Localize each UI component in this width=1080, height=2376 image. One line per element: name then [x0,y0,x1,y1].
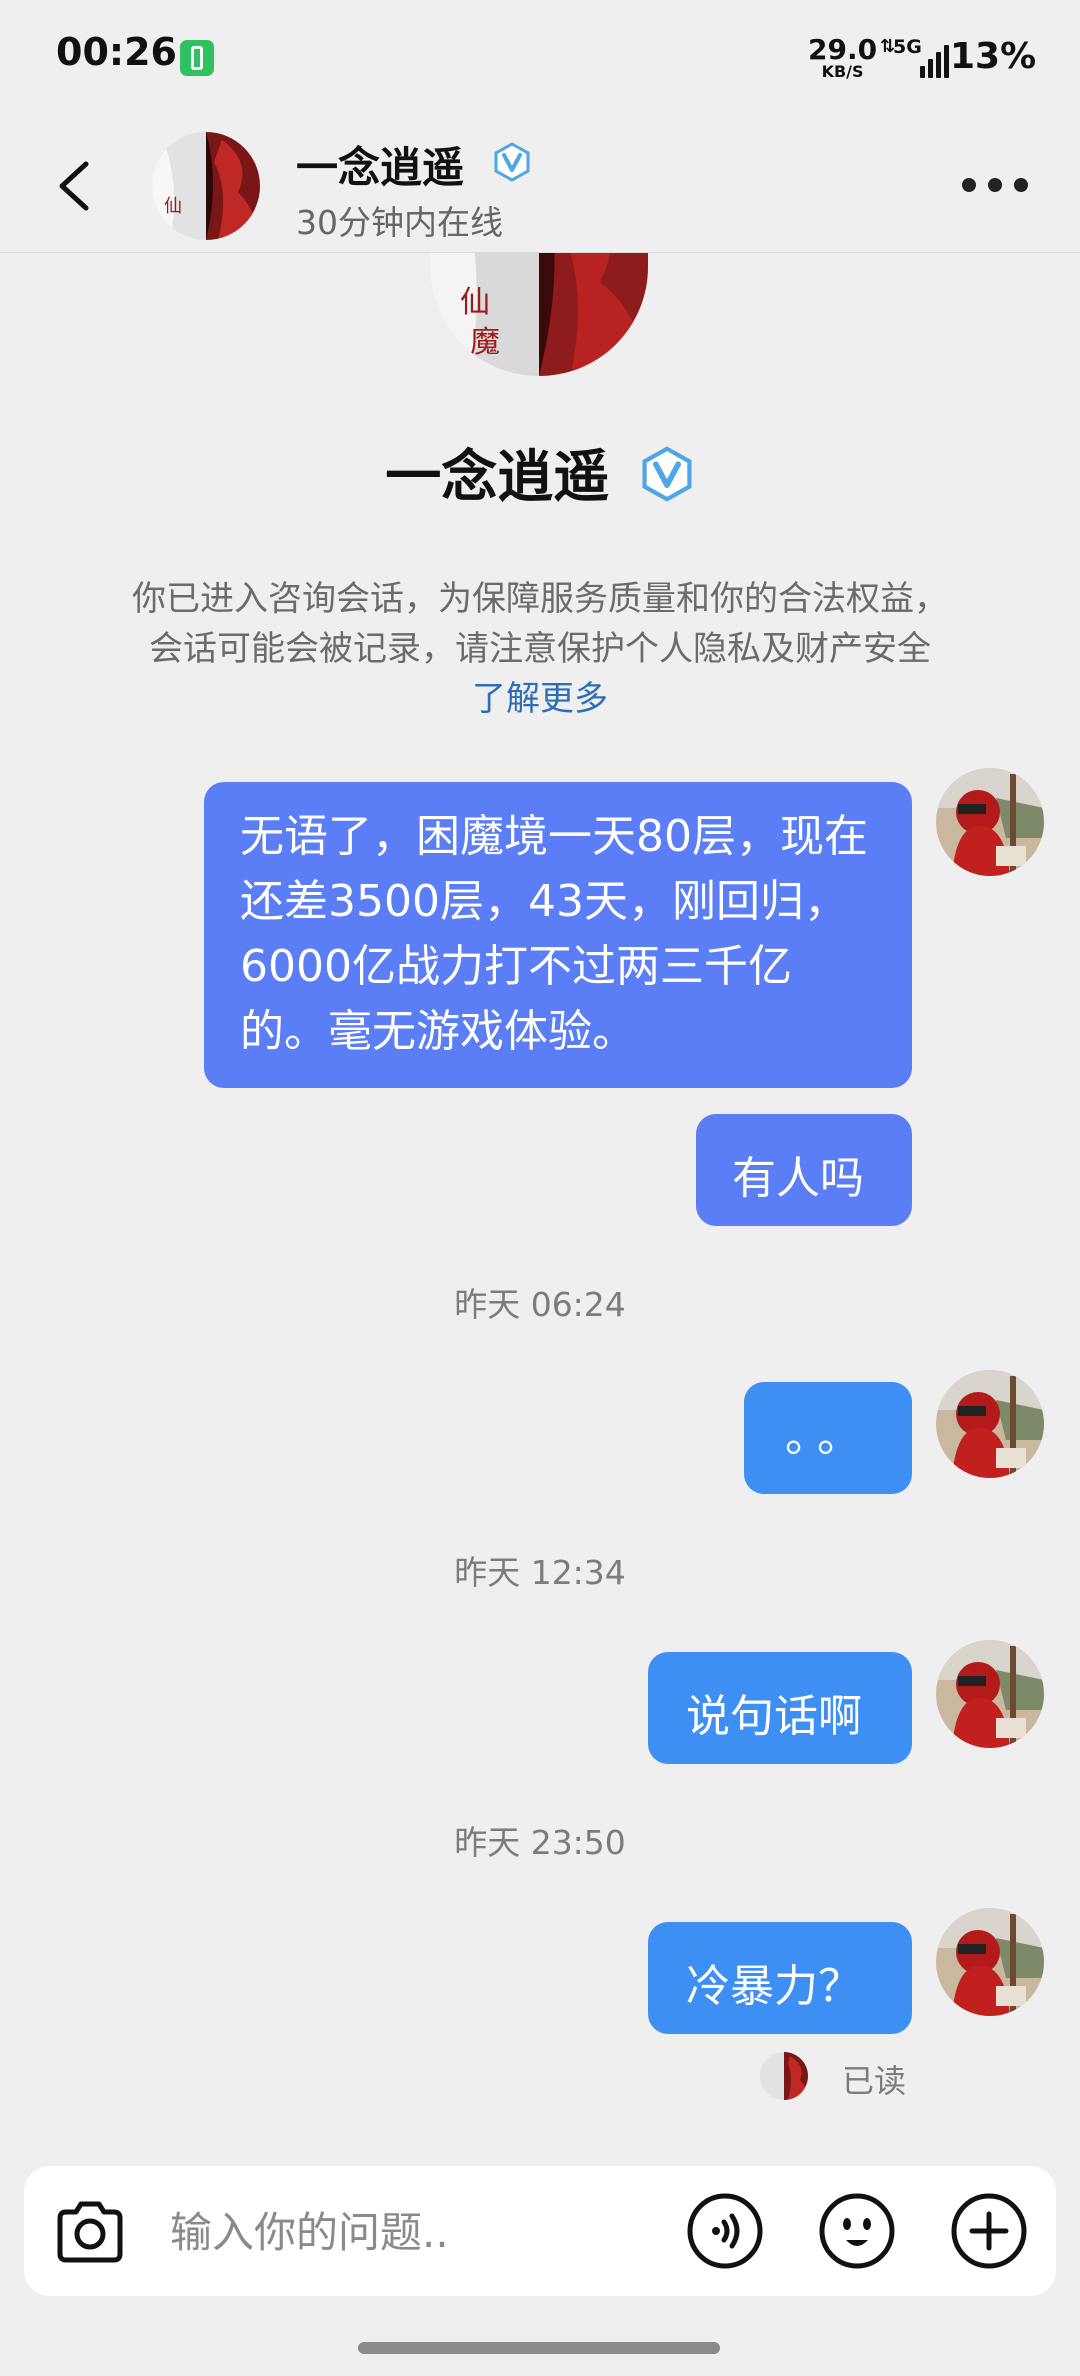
message-bubble[interactable]: 说句话啊 [648,1652,912,1764]
learn-more-link[interactable]: 了解更多 [472,679,608,719]
read-receipt: 已读 [842,2062,907,2100]
battery-percent: 13% [950,36,1037,77]
message-timestamp: 昨天 23:50 [454,1823,626,1862]
contact-avatar[interactable]: 仙 [152,132,260,240]
network-speed-unit: KB/S [821,62,864,81]
message-bubble[interactable]: 冷暴力？ [648,1922,912,2034]
svg-text:仙: 仙 [460,285,490,320]
network-speed: 29.0 KB/S [808,36,877,80]
online-status: 30分钟内在线 [296,203,503,242]
message-timestamp: 昨天 06:24 [454,1285,626,1324]
profile-name: 一念逍遥 [0,432,1080,516]
home-indicator[interactable] [358,2342,720,2354]
battery-saver-icon [180,40,214,76]
svg-text:仙: 仙 [164,196,182,217]
add-more-icon[interactable] [950,2192,1028,2270]
svg-text:魔: 魔 [470,325,500,360]
read-receipt-avatar [760,2052,808,2100]
camera-icon[interactable] [50,2192,130,2272]
emoji-icon[interactable] [818,2192,896,2270]
voice-input-icon[interactable] [686,2192,764,2270]
my-avatar[interactable] [936,768,1044,876]
signal-icon [918,42,952,78]
privacy-notice-text: 你已进入咨询会话，为保障服务质量和你的合法权益，会话可能会被记录，请注意保护个人… [132,579,948,669]
privacy-notice: 你已进入咨询会话，为保障服务质量和你的合法权益，会话可能会被记录，请注意保护个人… [130,574,950,724]
network-speed-value: 29.0 [808,33,878,66]
more-options-icon[interactable] [962,178,1028,194]
question-input[interactable] [170,2200,650,2264]
my-avatar[interactable] [936,1370,1044,1478]
back-icon[interactable] [54,160,94,212]
message-bubble[interactable]: 无语了，困魔境一天80层，现在还差3500层，43天，刚回归，6000亿战力打不… [204,782,912,1088]
message-timestamp: 昨天 12:34 [454,1553,626,1592]
status-time: 00:26 [56,30,177,74]
my-avatar[interactable] [936,1640,1044,1748]
profile-name-text: 一念逍遥 [385,445,610,510]
message-bubble[interactable]: 有人吗 [696,1114,912,1226]
verified-icon [639,446,695,516]
verified-icon [492,142,532,182]
my-avatar[interactable] [936,1908,1044,2016]
contact-name: 一念逍遥 [296,143,465,192]
message-bubble[interactable]: 。。 [744,1382,912,1494]
